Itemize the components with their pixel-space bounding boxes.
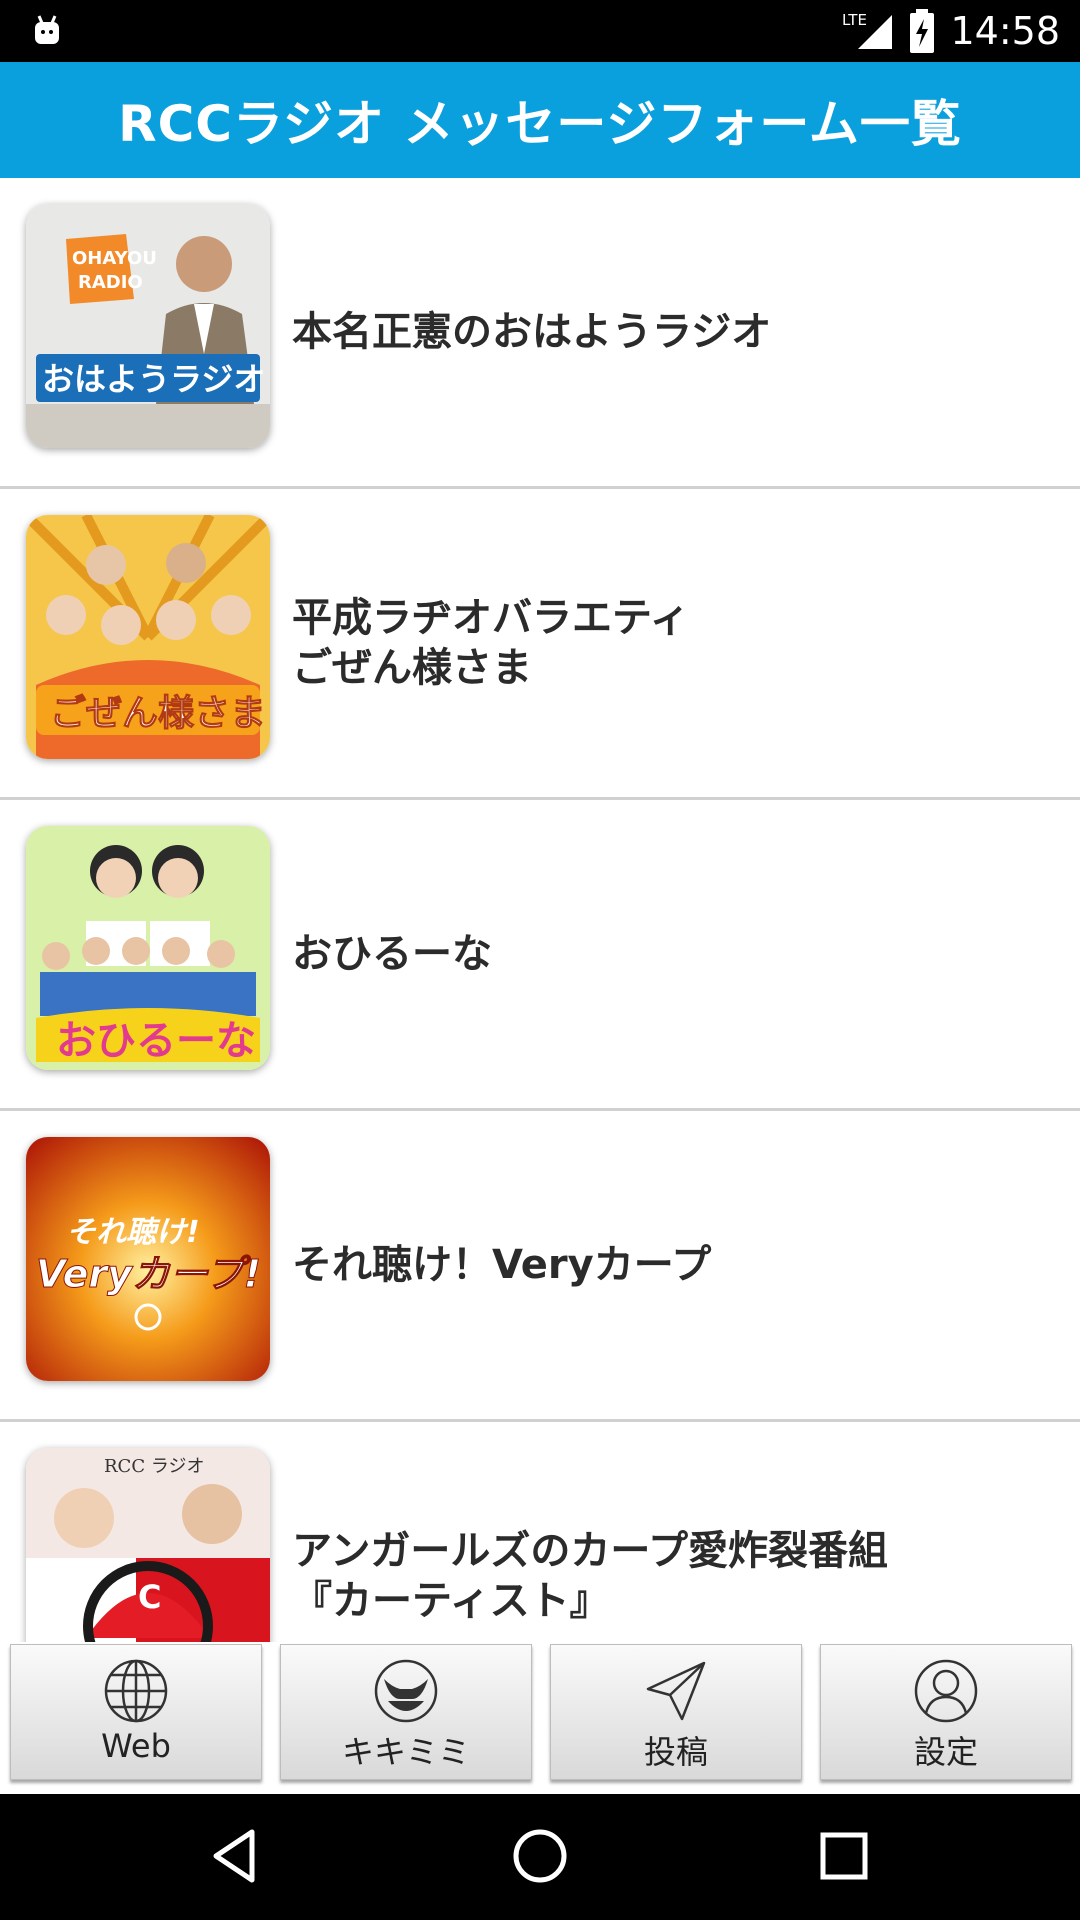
program-title: おひるーな — [292, 931, 492, 977]
program-title: 本名正憲のおはようラジオ — [292, 309, 772, 355]
paper-plane-icon — [646, 1661, 706, 1721]
system-nav-bar — [0, 1794, 1080, 1920]
svg-text:ごぜん様さま: ごぜん様さま — [50, 693, 266, 734]
svg-text:RADIO: RADIO — [78, 272, 143, 293]
kikimimi-icon — [374, 1659, 438, 1723]
back-icon[interactable] — [206, 1826, 266, 1886]
bottom-tab-bar: Web キキミミ 投稿 設定 — [0, 1642, 1080, 1794]
svg-text:Veryカープ!: Veryカープ! — [36, 1252, 261, 1296]
android-notification-icon — [35, 15, 59, 44]
page-title: RCCラジオ メッセージフォーム一覧 — [118, 95, 962, 153]
list-item[interactable]: RCC ラジオ C アンガールズのカープ愛炸裂番組 『カーティスト』 — [0, 1422, 1080, 1642]
user-icon — [914, 1659, 978, 1723]
ohayou-radio-thumbnail[interactable]: OHAYOU RADIO おはようラジオ — [26, 204, 270, 448]
tab-post[interactable]: 投稿 — [550, 1644, 802, 1780]
svg-text:LTE: LTE — [842, 11, 867, 29]
tab-label: キキミミ — [341, 1733, 470, 1771]
tab-settings[interactable]: 設定 — [820, 1644, 1072, 1780]
app-bar: RCCラジオ メッセージフォーム一覧 — [0, 62, 1080, 178]
program-title: アンガールズのカープ愛炸裂番組 『カーティスト』 — [292, 1528, 888, 1624]
svg-text:RCC ラジオ: RCC ラジオ — [104, 1456, 204, 1477]
program-list[interactable]: OHAYOU RADIO おはようラジオ 本名正憲のおはようラジオ ごぜん様さま… — [0, 178, 1080, 1642]
list-item[interactable]: おひるーな おひるーな — [0, 800, 1080, 1111]
svg-text:おひるーな: おひるーな — [56, 1018, 256, 1064]
status-time: 14:58 — [950, 9, 1060, 53]
svg-text:おはようラジオ: おはようラジオ — [42, 360, 265, 398]
home-icon[interactable] — [510, 1826, 570, 1886]
svg-text:C: C — [138, 1578, 161, 1616]
tab-web[interactable]: Web — [10, 1644, 262, 1780]
tab-label: 設定 — [913, 1733, 978, 1771]
list-item[interactable]: ごぜん様さま 平成ラヂオバラエティ ごぜん様さま — [0, 489, 1080, 800]
program-title: 平成ラヂオバラエティ ごぜん様さま — [292, 595, 690, 691]
lte-signal-icon: LTE — [842, 11, 893, 49]
svg-text:それ聴け!: それ聴け! — [66, 1215, 200, 1250]
battery-charging-icon — [910, 9, 935, 53]
carptist-thumbnail[interactable]: RCC ラジオ C — [26, 1448, 270, 1642]
tab-label: 投稿 — [643, 1733, 708, 1771]
gozen-samasama-thumbnail[interactable]: ごぜん様さま — [26, 515, 270, 759]
recents-icon[interactable] — [814, 1826, 874, 1886]
svg-text:OHAYOU: OHAYOU — [72, 248, 157, 269]
ohiruna-thumbnail[interactable]: おひるーな — [26, 826, 270, 1070]
tab-kikimimi[interactable]: キキミミ — [280, 1644, 532, 1780]
status-bar: LTE 14:58 — [0, 0, 1080, 62]
sorekike-very-carp-thumbnail[interactable]: それ聴け! Veryカープ! — [26, 1137, 270, 1381]
list-item[interactable]: それ聴け! Veryカープ! それ聴け！Veryカープ — [0, 1111, 1080, 1422]
globe-icon — [104, 1659, 168, 1723]
list-item[interactable]: OHAYOU RADIO おはようラジオ 本名正憲のおはようラジオ — [0, 178, 1080, 489]
program-title: それ聴け！Veryカープ — [292, 1242, 712, 1288]
tab-label: Web — [101, 1727, 171, 1765]
